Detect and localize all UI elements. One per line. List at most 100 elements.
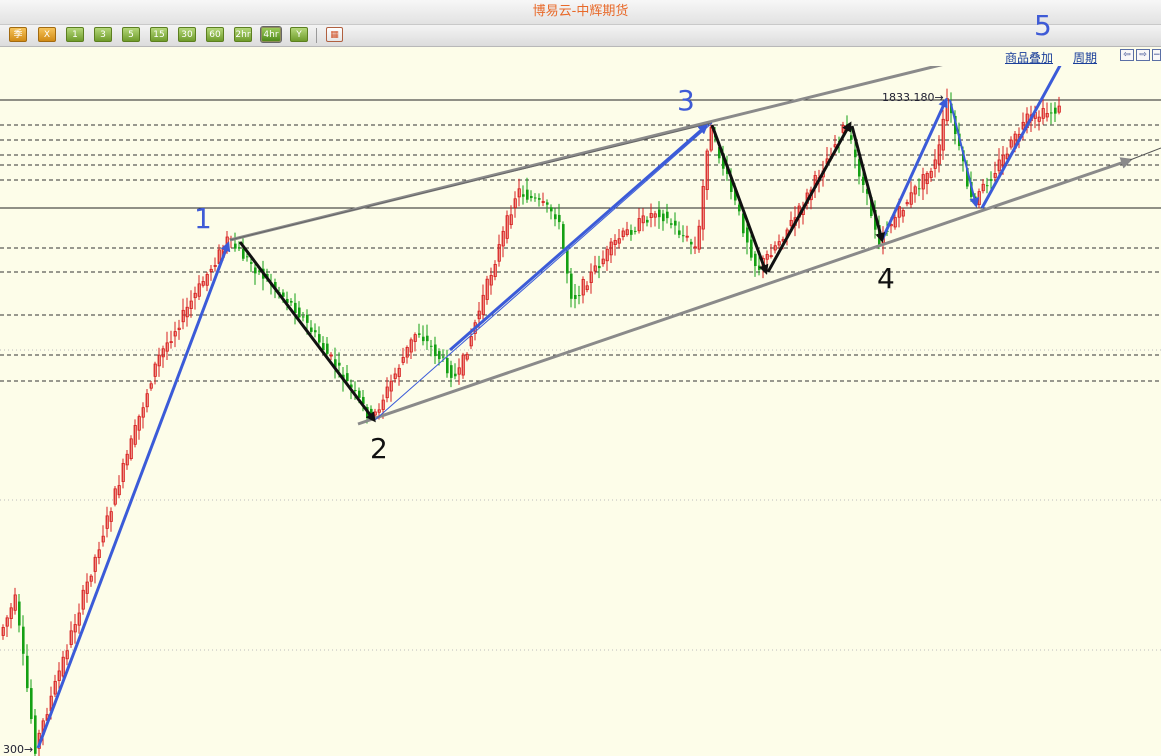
wave-label-3: 3 [677, 84, 695, 117]
correction-wave-4a [710, 124, 769, 275]
candle-body-down [426, 335, 429, 342]
period-30-button[interactable]: 30 [178, 27, 196, 42]
candle-body-down [538, 198, 541, 200]
candle-body-down [450, 365, 453, 378]
candle-body-down [854, 149, 857, 158]
period-2hr-button[interactable]: 2hr [234, 27, 252, 42]
candle-body-down [26, 655, 29, 689]
candle-body-down [662, 213, 665, 222]
candle-body-down [306, 314, 309, 323]
candle-body-down [254, 267, 257, 274]
candle-body-down [550, 207, 553, 212]
candle-body-down [438, 351, 441, 360]
candle-body-down [750, 239, 753, 258]
correction-wave-4c [850, 125, 886, 243]
candle-body-down [682, 235, 685, 237]
candle-body-down [666, 211, 669, 219]
candle-body-down [310, 327, 313, 332]
period-3-button[interactable]: 3 [94, 27, 112, 42]
trendlines-group [36, 66, 1161, 749]
correction-wave-2 [238, 241, 376, 423]
candle-body-down [234, 243, 237, 249]
channel-lower-line [357, 157, 1133, 426]
arrow-right-icon[interactable]: ⇨ [1136, 49, 1150, 61]
candle-body-down [658, 209, 661, 218]
candle-body-down [442, 356, 445, 358]
candle-body-down [570, 273, 573, 299]
candle-body-down [534, 197, 537, 199]
candle-body-down [418, 333, 421, 335]
cross-button[interactable]: X [38, 27, 56, 42]
wave-label-2: 2 [370, 432, 388, 465]
candle-body-down [18, 601, 21, 626]
candle-body-down [242, 248, 245, 259]
wave-label-5: 5 [1034, 9, 1052, 42]
candle-body-down [754, 253, 757, 267]
candle-body-down [294, 302, 297, 314]
candle-body-down [338, 362, 341, 366]
impulse-wave-1 [36, 241, 231, 749]
period-1-button[interactable]: 1 [66, 27, 84, 42]
season-button[interactable]: 季 [9, 27, 27, 42]
candle-body-down [434, 344, 437, 357]
impulse-wave-5c [980, 66, 1062, 209]
wave-label-4: 4 [877, 262, 895, 295]
candle-body-down [598, 265, 601, 269]
candle-body-down [34, 715, 37, 754]
period-4hr-button[interactable]: 4hr [260, 26, 282, 43]
candle-body-down [850, 135, 853, 140]
calculator-icon[interactable]: ▦ [326, 27, 343, 42]
candle-body-down [634, 230, 637, 232]
overlay-link[interactable]: 商品叠加 [1005, 49, 1053, 66]
candle-body-down [690, 241, 693, 245]
arrow-left-icon[interactable]: ⇦ [1120, 49, 1134, 61]
candle-body-down [986, 185, 989, 187]
toolbar-divider [316, 28, 317, 43]
candle-body-down [630, 230, 633, 235]
high-price-label: 1833.180→ [882, 91, 944, 104]
candle-body-down [558, 214, 561, 223]
impulse-wave-3 [449, 124, 709, 352]
candle-body-down [326, 343, 329, 354]
low-price-label: 300→ [3, 743, 34, 756]
candle-body-down [346, 373, 349, 382]
candle-body-down [30, 688, 33, 720]
low-price-value: 300 [3, 743, 24, 756]
candle-body-down [246, 256, 249, 258]
period-link[interactable]: 周期 [1073, 49, 1097, 66]
candle-body-down [678, 230, 681, 235]
candle-body-down [454, 373, 457, 377]
window-title: 博易云-中辉期货 [0, 0, 1161, 25]
candle-body-down [546, 202, 549, 205]
candle-body-down [238, 247, 241, 249]
candle-body-down [990, 179, 993, 181]
impulse-wave-5a [880, 97, 948, 241]
candle-body-down [646, 219, 649, 223]
candle-body-down [446, 358, 449, 374]
channel-lower-extension [1129, 147, 1161, 161]
candle-body-down [318, 334, 321, 343]
candle-body-down [530, 195, 533, 199]
candle-body-down [758, 265, 761, 270]
period-5-button[interactable]: 5 [122, 27, 140, 42]
candle-body-down [1050, 112, 1053, 114]
high-price-value: 1833.180 [882, 91, 935, 104]
candlestick-chart[interactable] [0, 66, 1161, 756]
candle-body-down [746, 227, 749, 243]
period-year-button[interactable]: Y [290, 27, 308, 42]
candle-body-down [566, 250, 569, 274]
impulse-wave-5b [949, 99, 980, 208]
correction-wave-4b [766, 121, 852, 273]
toolbar: 季 X 1 3 5 15 30 60 2hr 4hr Y ▦ [0, 25, 1161, 47]
thin-line-1-3 [229, 122, 713, 241]
candle-body-down [430, 345, 433, 347]
candle-body-down [574, 295, 577, 300]
candle-body-down [302, 316, 305, 318]
candle-body-down [526, 189, 529, 200]
candle-body-down [298, 307, 301, 318]
period-60-button[interactable]: 60 [206, 27, 224, 42]
period-15-button[interactable]: 15 [150, 27, 168, 42]
candle-body-down [554, 214, 557, 220]
candle-body-down [674, 220, 677, 226]
minus-icon[interactable]: − [1152, 49, 1161, 61]
